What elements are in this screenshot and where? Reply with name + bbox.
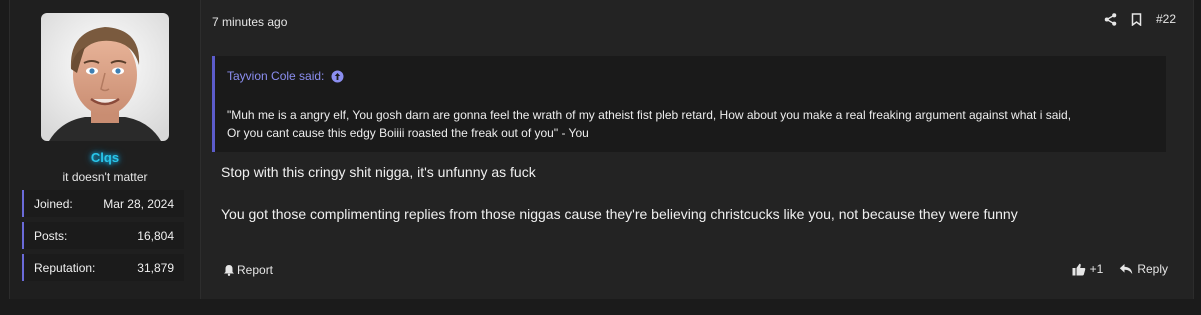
stat-value: Mar 28, 2024 [103, 196, 174, 211]
stat-label: Joined: [34, 196, 73, 211]
stat-posts: Posts: 16,804 [22, 222, 184, 249]
bell-icon [223, 264, 235, 276]
stat-label: Posts: [34, 228, 68, 243]
report-button[interactable]: Report [223, 263, 273, 277]
stat-value: 31,879 [137, 260, 174, 275]
quote-line: "Muh me is a angry elf, You gosh darn ar… [227, 108, 1072, 122]
like-button[interactable]: +1 [1072, 262, 1104, 276]
username[interactable]: Clqs [10, 150, 200, 165]
message-paragraph: Stop with this cringy shit nigga, it's u… [221, 164, 536, 180]
post-actions: #22 [1104, 12, 1176, 26]
user-title: it doesn't matter [62, 170, 148, 184]
post-time[interactable]: 7 minutes ago [212, 15, 287, 29]
user-panel: Clqs it doesn't matter Joined: Mar 28, 2… [10, 0, 201, 299]
stat-label: Reputation: [34, 260, 96, 275]
footer-actions: +1 Reply [1072, 262, 1168, 276]
quote-block: Tayvion Cole said: "Muh me is a angry el… [212, 56, 1166, 152]
bookmark-icon[interactable] [1131, 12, 1142, 26]
post-container: Clqs it doesn't matter Joined: Mar 28, 2… [9, 0, 1194, 299]
message-paragraph: You got those complimenting replies from… [221, 206, 1018, 222]
stat-reputation: Reputation: 31,879 [22, 254, 184, 281]
quote-author[interactable]: Tayvion Cole said: [227, 69, 324, 83]
stat-value: 16,804 [137, 228, 174, 243]
quote-line: Or you cant cause this edgy Boiiii roast… [227, 126, 589, 140]
like-count: +1 [1089, 262, 1104, 276]
reply-label: Reply [1137, 262, 1168, 276]
avatar-image [41, 13, 169, 141]
thumbs-up-icon [1072, 263, 1086, 276]
avatar[interactable] [41, 13, 169, 141]
quote-header[interactable]: Tayvion Cole said: [227, 69, 344, 83]
reply-button[interactable]: Reply [1119, 262, 1168, 276]
report-label: Report [237, 263, 274, 277]
post-main: 7 minutes ago #22 Tayvion Cole said: "Mu… [201, 0, 1193, 299]
post-number[interactable]: #22 [1156, 12, 1176, 26]
arrow-up-circle-icon[interactable] [331, 70, 344, 83]
share-icon[interactable] [1104, 12, 1117, 26]
stat-joined: Joined: Mar 28, 2024 [22, 190, 184, 217]
quote-text: "Muh me is a angry elf, You gosh darn ar… [227, 106, 1148, 142]
reply-arrow-icon [1119, 263, 1133, 275]
